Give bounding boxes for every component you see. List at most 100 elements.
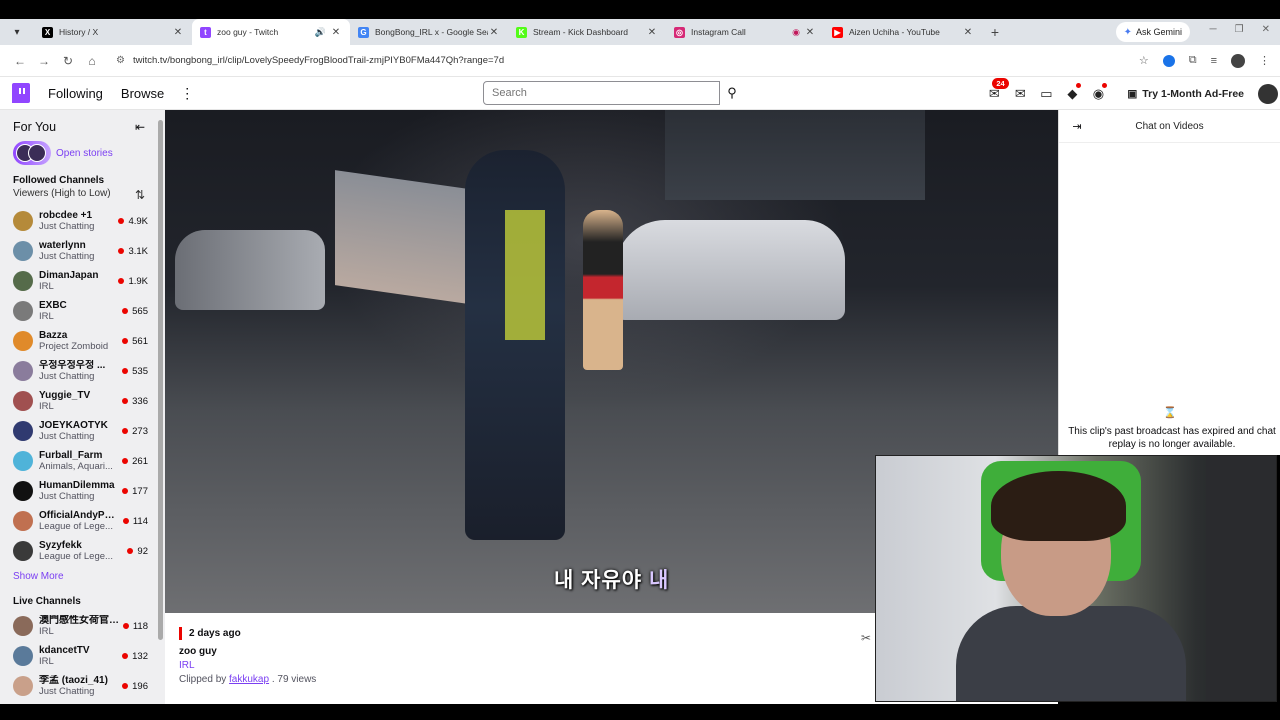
sidebar-channel[interactable]: Yuggie_TV IRL 336	[0, 386, 165, 416]
twitch-logo-icon[interactable]	[12, 83, 30, 103]
scissors-icon[interactable]: ✂	[861, 631, 871, 645]
browser-tab[interactable]: ▶ Aizen Uchiha - YouTube ✕	[824, 19, 982, 45]
channel-name: robcdee +1	[39, 210, 93, 221]
clip-time: 2 days ago	[179, 627, 241, 640]
home-icon[interactable]: ⌂	[80, 54, 104, 68]
channel-category: Just Chatting	[39, 491, 95, 502]
extensions-puzzle-icon[interactable]: ⧉	[1189, 54, 1197, 67]
video-white-suv	[615, 220, 845, 320]
search-icon[interactable]: ⚲	[720, 81, 744, 105]
clipper-link[interactable]: fakkukap	[229, 674, 269, 685]
sidebar-channel[interactable]: robcdee +1 Just Chatting 4.9K	[0, 206, 165, 236]
channel-name: waterlynn	[39, 240, 86, 251]
sidebar-channel[interactable]: Bazza Project Zomboid 561	[0, 326, 165, 356]
channel-category: Animals, Aquari...	[39, 461, 113, 472]
live-channels-title: Live Channels	[13, 596, 81, 607]
site-info-icon[interactable]: ⚙	[116, 55, 125, 66]
gemini-icon: ✦	[1123, 26, 1132, 38]
twitch-top-nav: Following Browse ⋮ ⚲ ✉24 ✉ ▭ ◆ ◉ ▣ Try 1…	[0, 77, 1280, 110]
channel-avatar	[13, 361, 33, 381]
url-field[interactable]: ⚙ twitch.tv/bongbong_irl/clip/LovelySpee…	[110, 50, 1139, 72]
show-more-link[interactable]: Show More	[0, 566, 165, 582]
extension-icon[interactable]	[1162, 54, 1175, 67]
sidebar-channel[interactable]: 우정우정우정 ... Just Chatting 535	[0, 356, 165, 386]
close-tab-icon[interactable]: ✕	[172, 27, 184, 38]
reload-icon[interactable]: ↻	[56, 54, 80, 68]
new-tab-button[interactable]: +	[982, 24, 1008, 40]
channel-avatar	[13, 676, 33, 696]
browser-menu-icon[interactable]: ⋮	[1259, 54, 1270, 67]
close-tab-icon[interactable]: ✕	[804, 27, 816, 38]
browse-link[interactable]: Browse	[121, 86, 164, 101]
clip-credit: Clipped by fakkukap . 79 views	[179, 674, 316, 685]
channel-avatar	[13, 301, 33, 321]
channel-category: Just Chatting	[39, 251, 95, 262]
sidebar-channel[interactable]: HumanDilemma Just Chatting 177	[0, 476, 165, 506]
sidebar-scrollbar[interactable]	[158, 120, 163, 640]
more-menu-icon[interactable]: ⋮	[180, 85, 194, 102]
media-controls-icon[interactable]: ≡	[1211, 55, 1217, 67]
webcam-overlay	[875, 455, 1277, 702]
channel-viewer-count: 132	[122, 651, 148, 662]
user-avatar[interactable]	[1258, 83, 1278, 104]
bits-icon[interactable]: ◆	[1059, 82, 1085, 102]
ask-gemini-button[interactable]: ✦ Ask Gemini	[1115, 22, 1190, 42]
browser-tab[interactable]: X History / X ✕	[34, 19, 192, 45]
video-woman-figure	[583, 210, 623, 370]
channel-category: IRL	[39, 401, 54, 412]
video-subtitle: 내 자유야 내	[554, 564, 669, 594]
collapse-sidebar-icon[interactable]: ⇤	[135, 120, 145, 134]
close-window-icon[interactable]: ✕	[1262, 24, 1270, 35]
browser-tab[interactable]: ◎ Instagram Call ◉ ✕	[666, 19, 824, 45]
channel-name: Yuggie_TV	[39, 390, 91, 401]
browser-tab[interactable]: t zoo guy - Twitch 🔊 ✕	[192, 19, 350, 45]
sidebar-channel[interactable]: Syzyfekk League of Lege... 92	[0, 536, 165, 566]
minimize-icon[interactable]: ─	[1210, 24, 1217, 35]
channel-viewer-count: 118	[123, 621, 148, 632]
forward-icon[interactable]: →	[32, 54, 56, 68]
sidebar-channel[interactable]: 澳門感性女荷官 (... IRL 118	[0, 611, 165, 641]
browser-address-bar: ← → ↻ ⌂ ⚙ twitch.tv/bongbong_irl/clip/Lo…	[0, 45, 1280, 77]
browser-tab[interactable]: K Stream - Kick Dashboard ✕	[508, 19, 666, 45]
sidebar-channel[interactable]: OfficialAndyPyro League of Lege... 114	[0, 506, 165, 536]
tab-search-button[interactable]: ▾	[0, 19, 34, 45]
video-parked-car	[175, 230, 325, 310]
close-tab-icon[interactable]: ✕	[488, 27, 500, 38]
channel-name: Bazza	[39, 330, 68, 341]
close-tab-icon[interactable]: ✕	[962, 27, 974, 38]
back-icon[interactable]: ←	[8, 54, 32, 68]
close-tab-icon[interactable]: ✕	[330, 27, 342, 38]
sidebar-channel[interactable]: kdancetTV IRL 132	[0, 641, 165, 671]
channel-viewer-count: 336	[122, 396, 148, 407]
sidebar-channel[interactable]: Furball_Farm Animals, Aquari... 261	[0, 446, 165, 476]
profile-avatar[interactable]	[1231, 53, 1245, 68]
channel-name: EXBC	[39, 300, 67, 311]
sidebar-channel[interactable]: JOEYKAOTYK Just Chatting 273	[0, 416, 165, 446]
browser-tab[interactable]: G BongBong_IRL x - Google Search✕	[350, 19, 508, 45]
tab-audio-icon[interactable]: 🔊	[315, 27, 326, 38]
prime-icon[interactable]: ◉	[1085, 82, 1111, 102]
sidebar-channel[interactable]: EXBC IRL 565	[0, 296, 165, 326]
sidebar-channel[interactable]: 李孟 (taozi_41) Just Chatting 196	[0, 671, 165, 701]
chat-panel: ⇥ Chat on Videos ⌛ This clip's past broa…	[1058, 110, 1280, 455]
whispers-icon[interactable]: ▭	[1033, 86, 1059, 102]
sort-icon[interactable]: ⇅	[135, 188, 145, 202]
open-stories-button[interactable]: Open stories	[0, 134, 165, 165]
channel-avatar	[13, 271, 33, 291]
youtube-logo-icon: ▶	[832, 26, 843, 38]
bits-dot	[1076, 82, 1082, 88]
ad-free-button[interactable]: ▣ Try 1-Month Ad-Free	[1121, 84, 1250, 104]
maximize-icon[interactable]: ❐	[1235, 24, 1244, 35]
clip-category-link[interactable]: IRL	[179, 660, 195, 671]
following-link[interactable]: Following	[48, 86, 103, 101]
sidebar-channel[interactable]: waterlynn Just Chatting 3.1K	[0, 236, 165, 266]
bookmark-star-icon[interactable]: ☆	[1139, 54, 1149, 67]
close-tab-icon[interactable]: ✕	[646, 27, 658, 38]
sidebar-channel[interactable]: DimanJapan IRL 1.9K	[0, 266, 165, 296]
channel-viewer-count: 196	[122, 681, 148, 692]
notifications-icon[interactable]: ✉ 24	[981, 77, 1009, 102]
expand-chat-icon[interactable]: ⇥	[1059, 120, 1095, 133]
search-input[interactable]	[483, 81, 720, 105]
browser-tab-strip: ▾ X History / X ✕ t zoo guy - Twitch 🔊 ✕ G BongB…	[0, 19, 1280, 45]
inbox-icon[interactable]: ✉	[1007, 86, 1033, 102]
